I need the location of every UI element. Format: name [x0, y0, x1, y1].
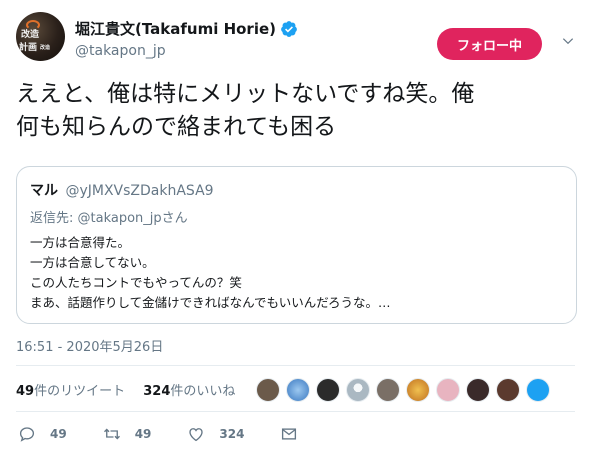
tweet-text-line-1: ええと、俺は特にメリットないですね笑。俺	[16, 81, 475, 107]
liker-avatar[interactable]	[496, 378, 520, 402]
divider	[16, 365, 575, 366]
author-avatar[interactable]: 改造 計画 改造	[16, 12, 65, 61]
liker-avatar[interactable]	[256, 378, 280, 402]
tweet-header: 改造 計画 改造 堀江貴文(Takafumi Horie) @takapon_j…	[16, 12, 575, 62]
author-display-name[interactable]: 堀江貴文(Takafumi Horie)	[75, 18, 298, 39]
reply-count: 49	[50, 427, 67, 441]
liker-avatar[interactable]	[286, 378, 310, 402]
like-action[interactable]: 324	[187, 425, 244, 443]
quoted-line-2: 一方は合意してない。	[30, 255, 155, 270]
reply-icon	[19, 427, 35, 442]
quoted-tweet-body: 一方は合意得た。 一方は合意してない。 この人たちコントでもやってんの？笑 まあ…	[30, 233, 391, 313]
author-display-name-text: 堀江貴文(Takafumi Horie)	[75, 20, 276, 38]
avatar-text-2: 計画	[19, 43, 38, 53]
retweets-label: 件のリツイート	[34, 384, 126, 399]
liker-avatar[interactable]	[466, 378, 490, 402]
liker-avatar[interactable]	[316, 378, 340, 402]
quoted-line-3: この人たちコントでもやってんの？笑	[30, 275, 242, 290]
tweet-text-line-2: 何も知らんので絡まれても困る	[16, 114, 337, 140]
avatar-text-3: 改造	[40, 45, 51, 51]
retweet-icon	[103, 428, 120, 440]
likes-stat[interactable]: 324件のいいね	[143, 384, 235, 399]
liker-avatar[interactable]	[376, 378, 400, 402]
avatar-ring-decoration	[26, 20, 40, 30]
quoted-tweet-card[interactable]: マル @yJMXVsZDakhASA9 返信先: @takapon_jpさん 一…	[16, 166, 577, 324]
liker-avatar[interactable]	[406, 378, 430, 402]
author-names: 堀江貴文(Takafumi Horie) @takapon_jp	[75, 18, 298, 59]
liker-avatar[interactable]	[436, 378, 460, 402]
quoted-line-4: まあ、話題作りして金儲けできればなんでもいいんだろうな。…	[30, 295, 391, 310]
reply-to-handle[interactable]: @takapon_jp	[78, 211, 162, 226]
likes-count: 324	[143, 384, 171, 399]
retweet-action[interactable]: 49	[103, 425, 152, 443]
reply-to-suffix: さん	[161, 211, 188, 226]
tweet-actions: 49 49 324	[18, 425, 334, 443]
reply-action[interactable]: 49	[18, 425, 67, 443]
divider	[16, 411, 575, 412]
quoted-tweet-header: マル @yJMXVsZDakhASA9	[30, 180, 214, 200]
like-count: 324	[219, 427, 245, 441]
verified-badge-icon	[281, 20, 297, 37]
retweets-count: 49	[16, 384, 35, 399]
liker-avatars	[256, 378, 556, 402]
avatar-text-1: 改造	[21, 30, 40, 40]
envelope-icon	[282, 428, 297, 440]
chevron-down-icon[interactable]	[561, 34, 575, 48]
likes-label: 件のいいね	[170, 384, 236, 399]
quoted-author-name: マル	[30, 183, 58, 199]
liker-avatar[interactable]	[346, 378, 370, 402]
quoted-author-handle: @yJMXVsZDakhASA9	[65, 183, 214, 199]
liker-avatar[interactable]	[526, 378, 550, 402]
tweet-timestamp[interactable]: 16:51 - 2020年5月26日	[16, 336, 163, 355]
heart-icon	[189, 428, 204, 442]
quoted-reply-to: 返信先: @takapon_jpさん	[30, 207, 188, 226]
retweet-count: 49	[134, 427, 152, 441]
reply-to-prefix: 返信先:	[30, 211, 78, 226]
author-handle[interactable]: @takapon_jp	[75, 43, 298, 59]
quoted-line-1: 一方は合意得た。	[30, 235, 131, 250]
tweet-text: ええと、俺は特にメリットないですね笑。俺 何も知らんので絡まれても困る	[16, 78, 576, 144]
following-button[interactable]: フォロー中	[437, 28, 542, 60]
tweet-stats: 49件のリツイート 324件のいいね	[16, 380, 235, 399]
retweets-stat[interactable]: 49件のリツイート	[16, 384, 125, 399]
direct-message-action[interactable]	[280, 425, 298, 443]
